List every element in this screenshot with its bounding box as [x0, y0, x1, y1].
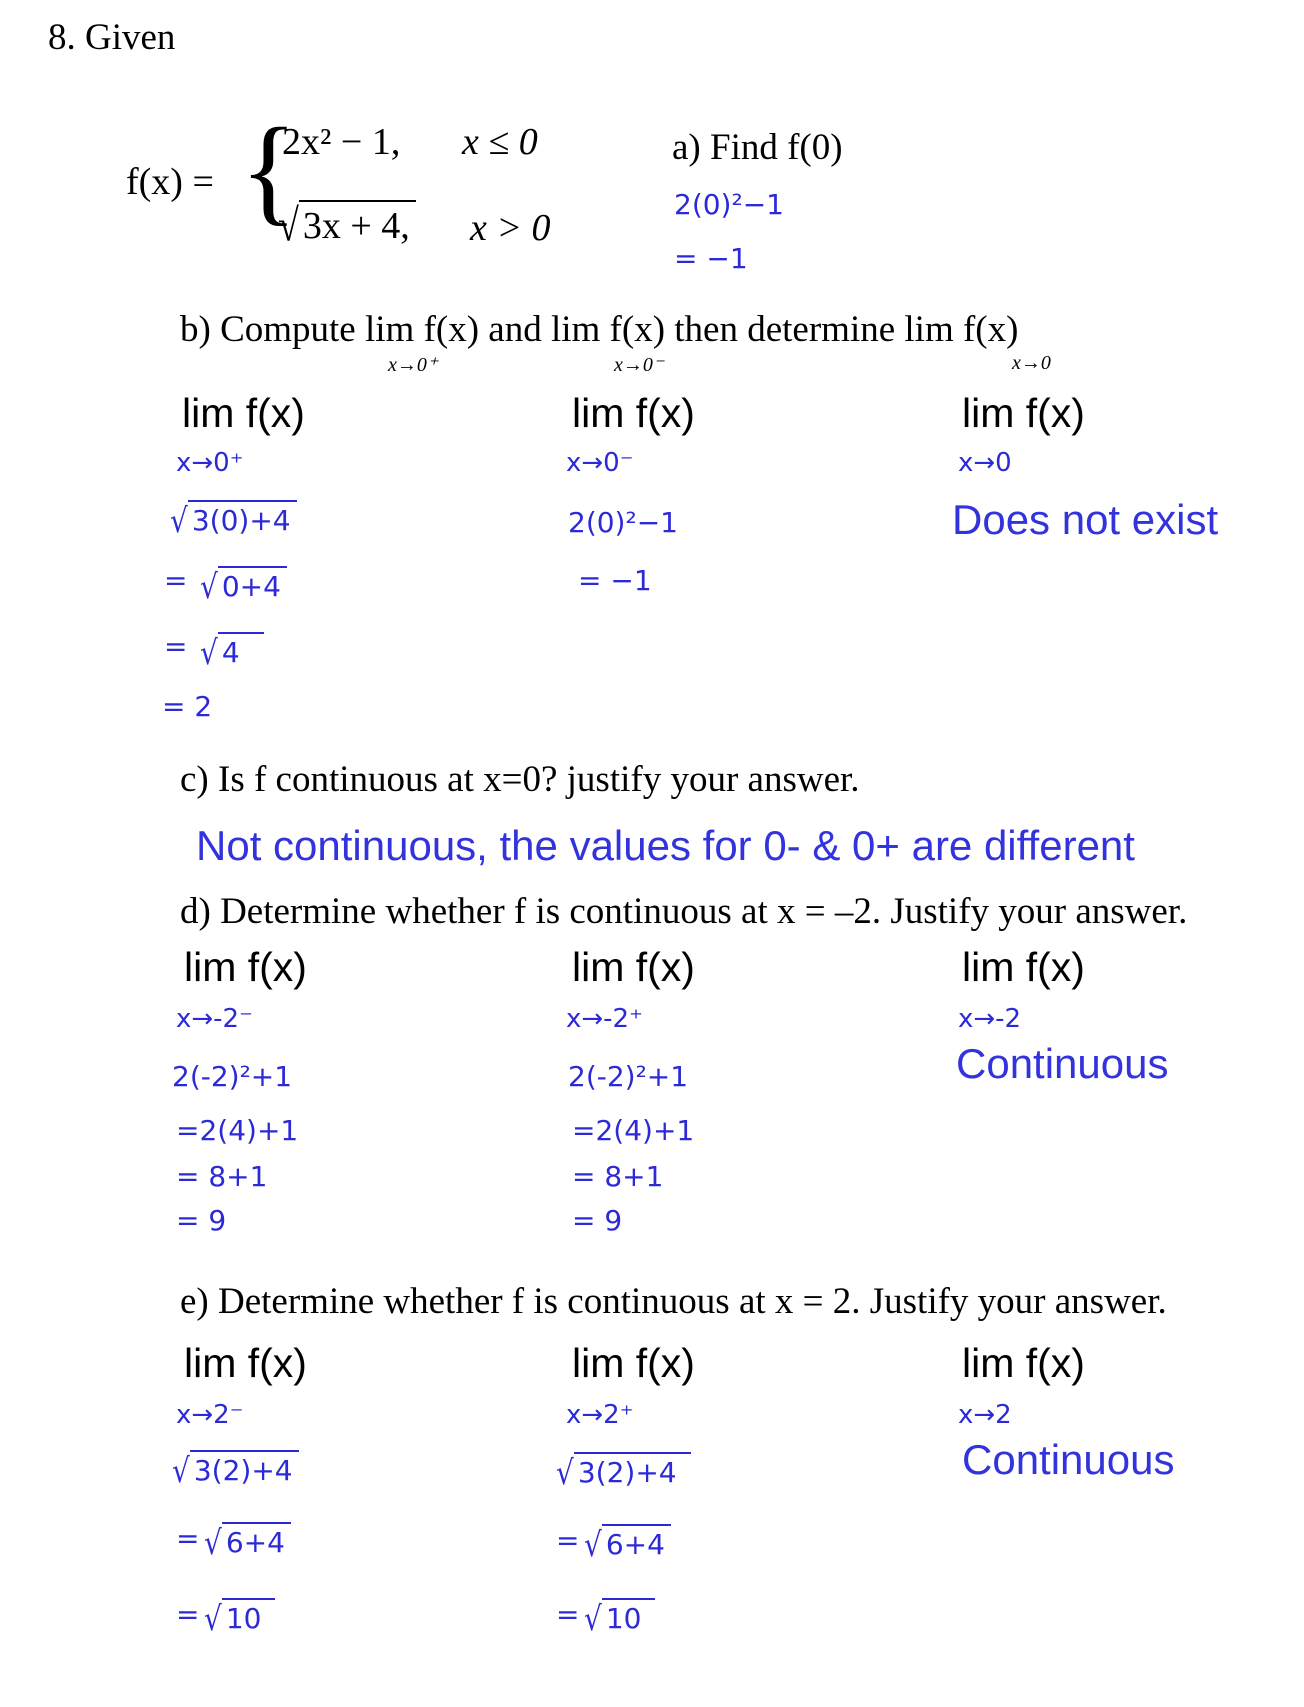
b-col2-approach: x→0⁻ — [566, 448, 634, 478]
part-b-prompt: b) Compute lim f(x) and lim f(x) then de… — [180, 309, 1019, 350]
e-col1-equals-2: = — [176, 1598, 200, 1631]
part-d-prompt: d) Determine whether f is continuous at … — [180, 891, 1188, 932]
piece1-expression: 2x² − 1, — [282, 121, 401, 163]
b-col1-work-2: √ 0+4 — [200, 566, 287, 606]
b-col1-approach: x→0⁺ — [176, 448, 244, 478]
b-col3-answer: Does not exist — [952, 496, 1219, 543]
b-col1-work-3: √ 4 — [200, 632, 264, 672]
d-col1-work-2: =2(4)+1 — [176, 1114, 299, 1147]
part-b-sub-right: x→0⁺ — [388, 354, 438, 376]
e-col2-equals-1: = — [556, 1524, 580, 1557]
function-label: f(x) = — [126, 161, 214, 203]
b-col2-lim: lim f(x) — [572, 390, 695, 436]
d-col2-work-4: = 9 — [572, 1204, 623, 1237]
part-a-work-1: 2(0)²−1 — [674, 188, 784, 221]
e-col1-lim: lim f(x) — [184, 1340, 307, 1386]
part-c-prompt: c) Is f continuous at x=0? justify your … — [180, 759, 860, 800]
e-col1-work-1: √ 3(2)+4 — [172, 1450, 299, 1490]
e-col3-approach: x→2 — [958, 1400, 1012, 1430]
e-col1-work-3: √ 10 — [204, 1598, 276, 1638]
problem-number: 8. Given — [48, 17, 176, 58]
part-b-sub-left: x→0⁻ — [614, 354, 664, 376]
d-col1-approach: x→-2⁻ — [176, 1004, 253, 1034]
e-col2-equals-2: = — [556, 1598, 580, 1631]
e-col3-answer: Continuous — [962, 1436, 1175, 1483]
part-e-prompt: e) Determine whether f is continuous at … — [180, 1281, 1167, 1322]
b-col3-lim: lim f(x) — [962, 390, 1085, 436]
b-col1-equals-1: = — [164, 564, 188, 597]
part-b-sub-both: x→0 — [1012, 352, 1051, 374]
e-col1-work-2: √ 6+4 — [204, 1522, 291, 1562]
b-col2-work-1: 2(0)²−1 — [568, 506, 678, 539]
b-col1-result: = 2 — [162, 690, 213, 723]
part-c-answer: Not continuous, the values for 0- & 0+ a… — [196, 822, 1135, 869]
d-col2-work-1: 2(-2)²+1 — [568, 1060, 689, 1093]
b-col3-approach: x→0 — [958, 448, 1012, 478]
e-col1-approach: x→2⁻ — [176, 1400, 244, 1430]
piece1-condition: x ≤ 0 — [462, 121, 538, 163]
d-col1-work-4: = 9 — [176, 1204, 227, 1237]
piece2-radical: √ 3x + 4, — [278, 200, 416, 251]
piece2-condition: x > 0 — [470, 207, 551, 249]
d-col1-lim: lim f(x) — [184, 944, 307, 990]
part-a-work-2: = −1 — [674, 242, 748, 275]
e-col2-work-1: √ 3(2)+4 — [556, 1452, 691, 1492]
b-col1-work-1: √ 3(0)+4 — [170, 500, 297, 540]
d-col3-approach: x→-2 — [958, 1004, 1022, 1034]
e-col3-lim: lim f(x) — [962, 1340, 1085, 1386]
b-col1-lim: lim f(x) — [182, 390, 305, 436]
e-col2-work-2: √ 6+4 — [584, 1524, 671, 1564]
e-col2-lim: lim f(x) — [572, 1340, 695, 1386]
d-col2-work-2: =2(4)+1 — [572, 1114, 695, 1147]
b-col1-equals-2: = — [164, 630, 188, 663]
piece2-expression: 3x + 4, — [298, 200, 416, 248]
d-col1-work-1: 2(-2)²+1 — [172, 1060, 293, 1093]
d-col2-work-3: = 8+1 — [572, 1160, 664, 1193]
d-col2-approach: x→-2⁺ — [566, 1004, 643, 1034]
e-col2-work-3: √ 10 — [584, 1598, 656, 1638]
e-col1-equals-1: = — [176, 1522, 200, 1555]
d-col3-lim: lim f(x) — [962, 944, 1085, 990]
b-col2-work-2: = −1 — [578, 564, 652, 597]
d-col3-answer: Continuous — [956, 1040, 1169, 1087]
e-col2-approach: x→2⁺ — [566, 1400, 634, 1430]
d-col2-lim: lim f(x) — [572, 944, 695, 990]
d-col1-work-3: = 8+1 — [176, 1160, 268, 1193]
part-a-prompt: a) Find f(0) — [672, 127, 843, 168]
